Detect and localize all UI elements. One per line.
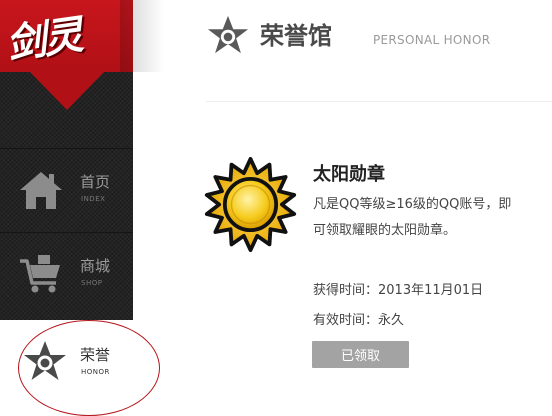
sidebar-item-sublabel: SHOP bbox=[81, 279, 103, 287]
header-divider bbox=[206, 101, 552, 102]
medal-title: 太阳勋章 bbox=[313, 164, 385, 185]
highlight-circle bbox=[18, 320, 160, 416]
brand-logo[interactable]: 剑灵 bbox=[0, 0, 133, 72]
medal-valid-time: 有效时间：永久 bbox=[313, 313, 405, 328]
medal-obtained-time: 获得时间：2013年11月01日 bbox=[313, 283, 484, 298]
sun-medal-icon bbox=[204, 157, 297, 252]
sidebar-item-sublabel: INDEX bbox=[81, 195, 106, 203]
star-badge-icon bbox=[207, 15, 249, 54]
page-title: 荣誉馆 bbox=[260, 22, 332, 50]
logo-text: 剑灵 bbox=[3, 11, 84, 69]
medal-description: 凡是QQ等级≥16级的QQ账号，即可领取耀眼的太阳勋章。 bbox=[313, 197, 512, 238]
sidebar-item-label: 商城 bbox=[80, 257, 111, 275]
logo-shadow bbox=[120, 0, 164, 72]
cart-icon bbox=[20, 255, 60, 293]
sidebar-item-home[interactable]: 首页 INDEX bbox=[0, 148, 133, 229]
home-icon bbox=[20, 172, 62, 209]
page-subtitle: PERSONAL HONOR bbox=[373, 33, 491, 47]
logo-pointer bbox=[30, 72, 104, 110]
sidebar-item-shop[interactable]: 商城 SHOP bbox=[0, 232, 133, 313]
claimed-button[interactable]: 已领取 bbox=[312, 341, 409, 368]
sidebar-item-label: 首页 bbox=[80, 173, 111, 191]
